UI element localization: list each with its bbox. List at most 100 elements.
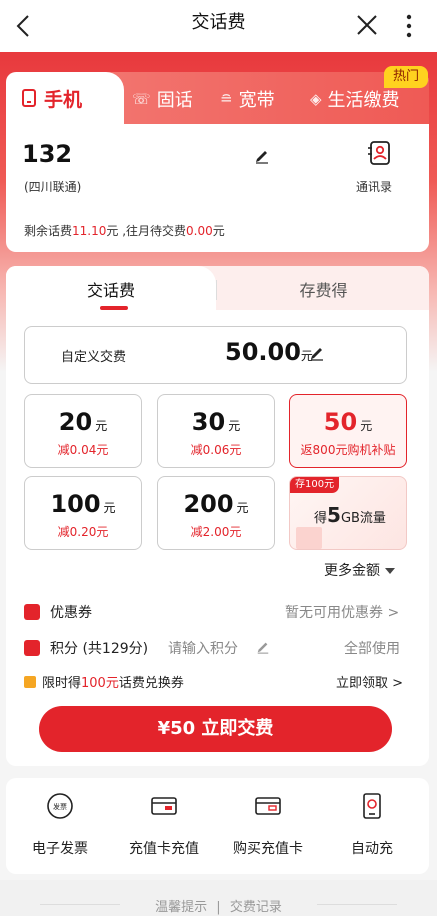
amount-number: 50 [323,408,358,436]
broadband-icon: ≘ [220,90,233,108]
promo-prefix: 限时得 [42,676,82,691]
gift-suffix: GB流量 [340,511,386,526]
tab-pay-bill[interactable]: 交话费 [6,266,216,310]
amount-unit: 元 [228,419,241,433]
balance-amount: 11.10 [72,224,107,238]
tab-deposit-reward[interactable]: 存费得 [218,266,429,310]
amount-discount: 减0.04元 [57,443,109,457]
amount-unit: 元 [360,419,373,433]
gift-data-option[interactable]: 存100元 得5GB流量 [289,476,407,550]
carrier-label: (四川联通) [24,180,82,194]
service-tabs: 手机 ☏ 固话 ≘ 宽带 ◈ 生活缴费 [6,72,429,124]
amount-option-30[interactable]: 30 元 减0.06元 [157,394,275,468]
utilities-icon: ◈ [310,90,322,108]
edit-icon[interactable] [254,148,270,164]
amount-unit: 元 [103,501,116,515]
service-auto-recharge[interactable]: 自动充 [322,792,422,858]
gift-amount: 5 [327,503,341,527]
custom-amount-field[interactable]: 自定义交费 50.00元 [24,326,407,384]
more-amounts-button[interactable]: 更多金额 [324,560,395,580]
service-auto-recharge-label: 自动充 [351,841,393,857]
amount-number: 100 [50,490,101,518]
tips-link[interactable]: 温馨提示 [155,900,207,915]
edit-amount-icon[interactable] [309,345,325,361]
amount-number: 30 [191,408,226,436]
svg-text:发票: 发票 [53,802,67,811]
payment-card: 交话费 存费得 自定义交费 50.00元 20 元 减0.04元 30 元 减0.0… [6,266,429,766]
amount-option-50[interactable]: 50 元 返800元购机补贴 [289,394,407,468]
service-invoice[interactable]: 发票 电子发票 [10,792,110,858]
edit-points-icon[interactable] [256,640,270,654]
footer-links: 温馨提示 | 交费记录 [0,896,437,915]
balance-suffix: 元 [212,224,225,238]
contacts-icon[interactable] [366,140,392,166]
amount-value: 20 元 [25,409,141,439]
amount-value: 200 元 [158,491,274,521]
amount-unit: 元 [95,419,108,433]
points-icon [24,640,40,656]
tab-landline-label: 固话 [156,90,193,111]
close-icon[interactable] [356,14,378,36]
coupon-status[interactable]: 暂无可用优惠券 > [285,602,399,622]
tab-utilities-label: 生活缴费 [327,90,400,111]
use-all-points-button[interactable]: 全部使用 [344,638,400,658]
promo-amount: 100元 [81,676,119,691]
records-link[interactable]: 交费记录 [230,900,282,915]
service-card-recharge[interactable]: 充值卡充值 [114,792,214,858]
tab-mobile[interactable]: 手机 [6,72,124,124]
contacts-label[interactable]: 通讯录 [356,178,392,195]
amount-number: 200 [183,490,234,518]
gift-prefix: 得 [314,511,328,526]
promo-row: 限时得 100元 话费兑换券 [24,672,184,691]
gift-box-icon [296,527,322,549]
mobile-phone-icon [22,89,36,107]
services-bar: 发票 电子发票 充值卡充值 购买充值卡 自动充 [6,778,429,874]
app-header: 交话费 [0,0,437,52]
sub-tabs: 交话费 存费得 [6,266,429,310]
buy-card-icon [255,797,281,815]
coupon-icon [24,604,40,620]
tab-broadband[interactable]: ≘ 宽带 [220,86,275,112]
amount-discount: 减0.20元 [57,525,109,539]
amount-option-100[interactable]: 100 元 减0.20元 [24,476,142,550]
telephone-icon: ☏ [132,90,151,108]
service-buy-card-label: 购买充值卡 [233,841,303,857]
promo-icon [24,675,36,688]
tab-utilities[interactable]: ◈ 生活缴费 [310,86,400,112]
gift-text: 得5GB流量 [314,503,386,527]
tab-broadband-label: 宽带 [238,90,275,111]
footer: 温馨提示 | 交费记录 [0,880,437,916]
footer-separator: | [216,900,221,915]
tab-landline[interactable]: ☏ 固话 [132,86,193,112]
coupon-row[interactable]: 优惠券 [24,602,92,622]
promo-suffix: 话费兑换券 [118,676,184,691]
pending-amount: 0.00 [186,224,213,238]
chevron-down-icon [385,568,395,574]
amount-discount: 返800元购机补贴 [300,443,396,457]
service-card-recharge-label: 充值卡充值 [129,841,199,857]
pay-now-button[interactable]: ¥50 立即交费 [39,706,392,752]
invoice-icon: 发票 [47,793,73,819]
amount-value: 30 元 [158,409,274,439]
balance-prefix: 剩余话费 [24,224,73,238]
phone-number[interactable]: 132 [22,140,72,168]
service-buy-card[interactable]: 购买充值卡 [218,792,318,858]
amount-discount: 减0.06元 [190,443,242,457]
custom-amount-value: 50.00元 [225,338,313,366]
points-label: 积分 (共129分) [50,641,149,657]
more-options-icon[interactable] [400,12,418,40]
gift-tag: 存100元 [290,477,340,493]
amount-option-20[interactable]: 20 元 减0.04元 [24,394,142,468]
tab-mobile-label: 手机 [44,88,83,111]
custom-amount-number: 50.00 [225,338,301,366]
coupon-label: 优惠券 [50,605,92,621]
amount-option-200[interactable]: 200 元 减2.00元 [157,476,275,550]
points-input[interactable]: 请输入积分 [168,638,238,658]
claim-button[interactable]: 立即领取 > [336,672,403,691]
hot-badge: 热门 [384,66,428,88]
amount-number: 20 [58,408,93,436]
more-amounts-label: 更多金额 [324,563,380,579]
tab-indicator [100,306,128,310]
balance-info: 剩余话费11.10元 ,往月待交费0.00元 [24,222,225,239]
amount-value: 50 元 [290,409,406,439]
